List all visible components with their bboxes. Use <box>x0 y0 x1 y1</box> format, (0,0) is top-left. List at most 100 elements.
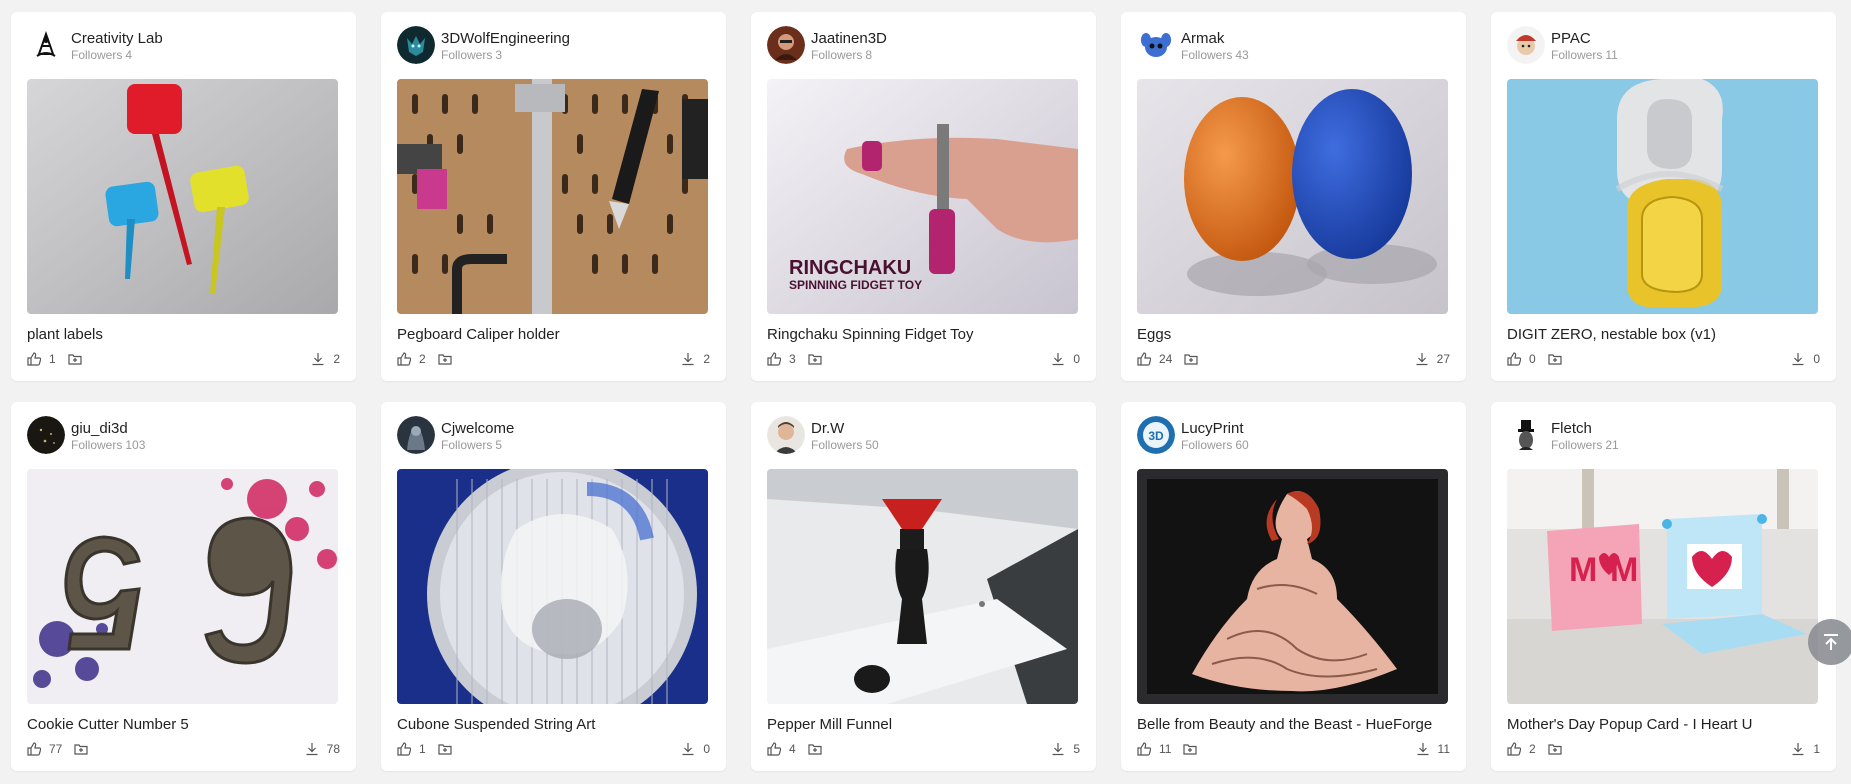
author-name[interactable]: Creativity Lab <box>71 31 163 46</box>
author-row[interactable]: Creativity Lab Followers 4 <box>27 26 340 64</box>
model-thumbnail[interactable]: RINGCHAKU SPINNING FIDGET TOY <box>767 79 1078 314</box>
author-name[interactable]: LucyPrint <box>1181 421 1249 436</box>
model-card[interactable]: Armak Followers 43 Eggs 24 27 <box>1121 12 1466 381</box>
avatar[interactable] <box>397 26 435 64</box>
like-count: 1 <box>49 352 56 366</box>
download-stat: 1 <box>1791 742 1820 756</box>
author-name[interactable]: Jaatinen3D <box>811 31 887 46</box>
author-row[interactable]: Jaatinen3D Followers 8 <box>767 26 1080 64</box>
model-title[interactable]: Ringchaku Spinning Fidget Toy <box>767 326 1080 344</box>
avatar[interactable] <box>397 416 435 454</box>
like-button[interactable]: 24 <box>1137 352 1172 366</box>
author-row[interactable]: Cjwelcome Followers 5 <box>397 416 710 454</box>
avatar[interactable] <box>1507 26 1545 64</box>
download-stat: 78 <box>305 742 340 756</box>
model-title[interactable]: Mother's Day Popup Card - I Heart U <box>1507 716 1820 734</box>
model-title[interactable]: DIGIT ZERO, nestable box (v1) <box>1507 326 1820 344</box>
author-row[interactable]: Armak Followers 43 <box>1137 26 1450 64</box>
collect-button[interactable] <box>438 352 452 366</box>
model-title[interactable]: Belle from Beauty and the Beast - HueFor… <box>1137 716 1450 734</box>
like-button[interactable]: 3 <box>767 352 796 366</box>
download-icon <box>682 743 694 756</box>
followers-count: Followers 50 <box>811 438 879 452</box>
model-thumbnail[interactable] <box>397 469 708 704</box>
model-thumbnail[interactable] <box>397 79 708 314</box>
collect-icon <box>1548 354 1562 365</box>
model-thumbnail[interactable] <box>767 469 1078 704</box>
like-count: 2 <box>419 352 426 366</box>
download-stat: 0 <box>1051 352 1080 366</box>
like-button[interactable]: 2 <box>1507 742 1536 756</box>
followers-count: Followers 60 <box>1181 438 1249 452</box>
collect-button[interactable] <box>1184 352 1198 366</box>
avatar[interactable] <box>767 416 805 454</box>
model-title[interactable]: Cookie Cutter Number 5 <box>27 716 340 734</box>
model-card[interactable]: PPAC Followers 11 DIGIT ZERO, nestable bo… <box>1491 12 1836 381</box>
followers-count: Followers 103 <box>71 438 146 452</box>
avatar[interactable] <box>1137 26 1175 64</box>
collect-button[interactable] <box>1183 742 1198 756</box>
like-button[interactable]: 2 <box>397 352 426 366</box>
model-thumbnail[interactable] <box>27 469 338 704</box>
collect-button[interactable] <box>808 742 822 756</box>
like-button[interactable]: 11 <box>1137 742 1171 756</box>
avatar[interactable] <box>1507 416 1545 454</box>
model-thumbnail[interactable] <box>1507 79 1818 314</box>
download-count: 78 <box>326 742 340 756</box>
model-card[interactable]: 3DWolfEngineering Followers 3 Pegboard C… <box>381 12 726 381</box>
author-row[interactable]: Fletch Followers 21 <box>1507 416 1820 454</box>
collect-button[interactable] <box>1548 742 1562 756</box>
author-name[interactable]: 3DWolfEngineering <box>441 31 570 46</box>
author-name[interactable]: PPAC <box>1551 31 1618 46</box>
model-thumbnail[interactable]: M M <box>1507 469 1818 704</box>
collect-button[interactable] <box>68 352 82 366</box>
model-thumbnail[interactable] <box>1137 79 1448 314</box>
followers-count: Followers 3 <box>441 48 503 62</box>
collect-button[interactable] <box>1548 352 1562 366</box>
avatar[interactable] <box>767 26 805 64</box>
download-icon <box>312 353 324 366</box>
like-button[interactable]: 4 <box>767 742 796 756</box>
like-button[interactable]: 77 <box>27 742 62 756</box>
author-name[interactable]: Cjwelcome <box>441 421 514 436</box>
author-name[interactable]: Dr.W <box>811 421 879 436</box>
model-thumbnail[interactable] <box>1137 469 1448 704</box>
author-row[interactable]: giu_di3d Followers 103 <box>27 416 340 454</box>
avatar[interactable] <box>27 26 65 64</box>
collect-button[interactable] <box>808 352 822 366</box>
author-row[interactable]: PPAC Followers 11 <box>1507 26 1820 64</box>
model-card[interactable]: Dr.W Followers 50 Pepper Mill Funnel 4 5 <box>751 402 1096 771</box>
model-card[interactable]: giu_di3d Followers 103 Cookie Cutter Numb… <box>11 402 356 771</box>
like-button[interactable]: 1 <box>27 352 56 366</box>
author-row[interactable]: 3D LucyPrint Followers 60 <box>1137 416 1450 454</box>
avatar[interactable]: 3D <box>1137 416 1175 454</box>
model-grid: Creativity Lab Followers 4 plant labels 1 <box>11 12 1836 771</box>
model-card[interactable]: Fletch Followers 21 M M Mother's Day Pop… <box>1491 402 1836 771</box>
model-title[interactable]: Cubone Suspended String Art <box>397 716 710 734</box>
thumbs-up-icon <box>1507 742 1521 756</box>
like-button[interactable]: 1 <box>397 742 426 756</box>
model-title[interactable]: Eggs <box>1137 326 1450 344</box>
model-card[interactable]: Jaatinen3D Followers 8 RINGCHAKU SPINNING… <box>751 12 1096 381</box>
like-count: 3 <box>789 352 796 366</box>
collect-button[interactable] <box>438 742 452 756</box>
author-name[interactable]: Armak <box>1181 31 1249 46</box>
author-name[interactable]: giu_di3d <box>71 421 145 436</box>
collect-button[interactable] <box>74 742 88 756</box>
model-title[interactable]: Pepper Mill Funnel <box>767 716 1080 734</box>
model-title[interactable]: Pegboard Caliper holder <box>397 326 710 344</box>
collect-icon <box>808 354 822 365</box>
model-card[interactable]: 3D LucyPrint Followers 60 Belle from Bea… <box>1121 402 1466 771</box>
model-card[interactable]: Cjwelcome Followers 5 Cubone Suspended St… <box>381 402 726 771</box>
back-to-top-button[interactable] <box>1808 619 1851 665</box>
author-name[interactable]: Fletch <box>1551 421 1619 436</box>
avatar[interactable] <box>27 416 65 454</box>
model-thumbnail[interactable] <box>27 79 338 314</box>
stats-row: 11 11 <box>1137 742 1450 756</box>
download-icon <box>1052 353 1064 366</box>
author-row[interactable]: Dr.W Followers 50 <box>767 416 1080 454</box>
author-row[interactable]: 3DWolfEngineering Followers 3 <box>397 26 710 64</box>
model-card[interactable]: Creativity Lab Followers 4 plant labels 1 <box>11 12 356 381</box>
model-title[interactable]: plant labels <box>27 326 340 344</box>
like-button[interactable]: 0 <box>1507 352 1536 366</box>
